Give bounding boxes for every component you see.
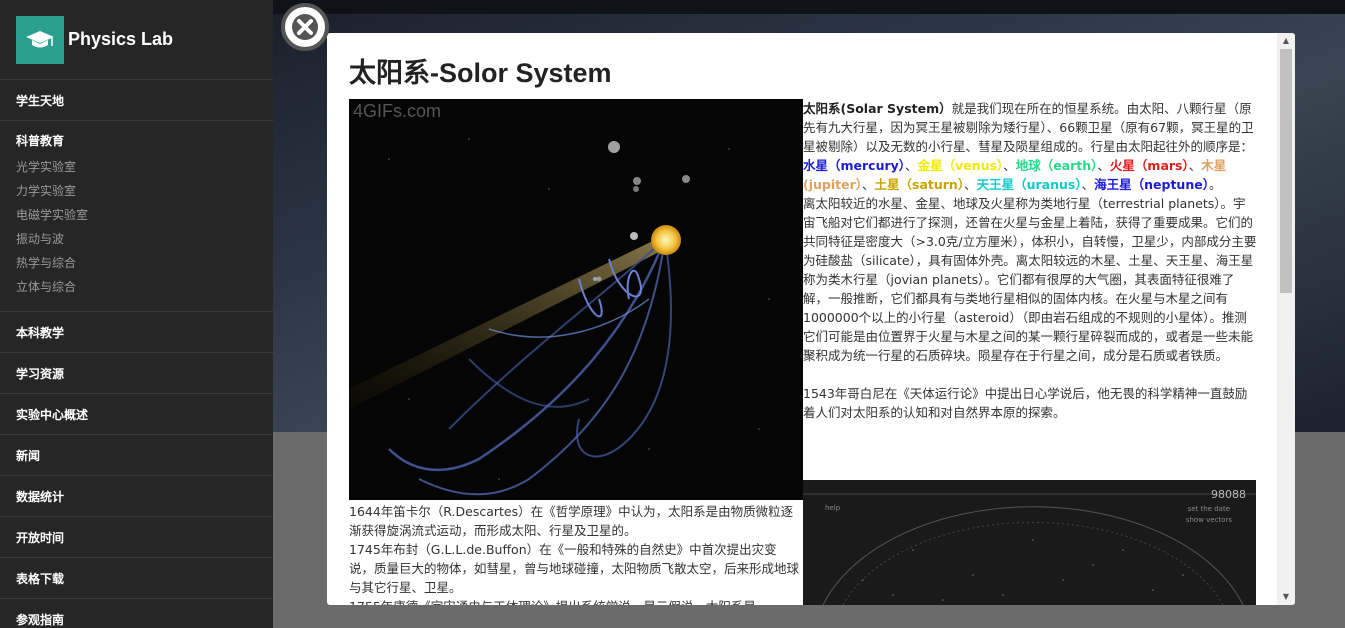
planet-mars: 火星（mars）: [1109, 158, 1189, 173]
sidebar-item-label: 学习资源: [16, 366, 65, 381]
sidebar-subitem-em[interactable]: 电磁学实验室: [16, 203, 257, 227]
intro-bold: 太阳系(Solar System）: [803, 101, 952, 116]
sidebar-item-overview[interactable]: 实验中心概述: [0, 394, 273, 435]
paragraph-planets: 离太阳较近的水星、金星、地球及火星称为类地行星（terrestrial plan…: [803, 196, 1257, 363]
scroll-thumb[interactable]: [1280, 49, 1292, 293]
sidebar-item-label: 数据统计: [16, 489, 65, 504]
sidebar-subitem-optics[interactable]: 光学实验室: [16, 155, 257, 179]
planet-venus: 金星（venus）: [917, 158, 1004, 173]
modal-content: 太阳系-Solor System 4GIFs.com 太阳系(Solar Sys…: [327, 33, 1277, 605]
planet-neptune: 海王星（neptune）: [1094, 177, 1209, 192]
modal-scrollbar[interactable]: ▲ ▼: [1277, 33, 1295, 605]
sidebar-item-student[interactable]: 学生天地: [0, 80, 273, 121]
paragraph-buffon: 1745年布封（G.L.L.de.Buffon）在《一般和特殊的自然史》中首次提…: [349, 542, 800, 595]
separator: 、: [862, 177, 875, 192]
sidebar-item-label: 实验中心概述: [16, 407, 89, 422]
chart-label-vectors: show vectors: [1185, 516, 1232, 524]
paragraph-kant: 1755年康德《宇宙通史与天体理论》提出系统学说，是云假说，太阳系是: [349, 597, 801, 605]
chart-counter: 98088: [1211, 488, 1246, 501]
article-text-left: 1644年笛卡尔（R.Descartes）在《哲学原理》中认为，太阳系是由物质微…: [349, 502, 801, 605]
planet-saturn: 土星（saturn）: [874, 177, 965, 192]
sidebar-item-visit[interactable]: 参观指南: [0, 599, 273, 628]
sidebar-item-label: 表格下载: [16, 571, 65, 586]
separator: 、: [1097, 158, 1110, 173]
image-watermark: 4GIFs.com: [353, 101, 442, 121]
separator: 、: [905, 158, 918, 173]
sidebar: Physics Lab 学生天地 科普教育 光学实验室 力学实验室 电磁学实验室…: [0, 0, 273, 628]
separator: 、: [964, 177, 977, 192]
separator: 。: [1208, 177, 1222, 192]
separator: 、: [1188, 158, 1202, 173]
sidebar-item-resources[interactable]: 学习资源: [0, 353, 273, 394]
article-text-right: 太阳系(Solar System）就是我们现在所在的恒星系统。由太阳、八颗行星（…: [803, 99, 1257, 422]
planet-earth: 地球（earth）: [1015, 158, 1098, 173]
sidebar-group-title[interactable]: 科普教育: [16, 131, 257, 151]
scroll-up-arrow-icon[interactable]: ▲: [1277, 33, 1295, 49]
sidebar-item-hours[interactable]: 开放时间: [0, 517, 273, 558]
sidebar-subitem-waves[interactable]: 振动与波: [16, 227, 257, 251]
sidebar-item-label: 参观指南: [16, 612, 65, 627]
sidebar-item-label: 本科教学: [16, 325, 65, 340]
separator: 、: [1003, 158, 1016, 173]
chart-label-help: help: [825, 504, 841, 512]
graduation-cap-icon: [16, 15, 64, 64]
sidebar-subitem-mechanics[interactable]: 力学实验室: [16, 179, 257, 203]
sidebar-item-stats[interactable]: 数据统计: [0, 476, 273, 517]
modal-title: 太阳系-Solor System: [349, 58, 612, 88]
scroll-down-arrow-icon[interactable]: ▼: [1277, 589, 1295, 605]
star-chart-image: 98088 set the date show vectors help: [803, 480, 1256, 605]
paragraph-copernicus: 1543年哥白尼在《天体运行论》中提出日心学说后，他无畏的科学精神一直鼓励着人们…: [803, 386, 1248, 420]
sidebar-subitem-3d[interactable]: 立体与综合: [16, 275, 257, 299]
brand[interactable]: Physics Lab: [0, 0, 273, 80]
paragraph-descartes: 1644年笛卡尔（R.Descartes）在《哲学原理》中认为，太阳系是由物质微…: [349, 504, 794, 538]
sidebar-item-forms[interactable]: 表格下载: [0, 558, 273, 599]
planet-uranus: 天王星（uranus）: [976, 177, 1082, 192]
sidebar-item-label: 新闻: [16, 448, 41, 463]
modal-dialog: 太阳系-Solor System 4GIFs.com 太阳系(Solar Sys…: [327, 33, 1295, 605]
planet-mercury: 水星（mercury）: [803, 158, 906, 173]
sidebar-item-label: 开放时间: [16, 530, 65, 545]
sidebar-item-undergrad[interactable]: 本科教学: [0, 312, 273, 353]
brand-name: Physics Lab: [68, 29, 174, 49]
close-icon: [292, 14, 318, 40]
close-button[interactable]: [281, 3, 329, 51]
chart-label-date: set the date: [1187, 505, 1230, 513]
sidebar-item-label: 学生天地: [16, 93, 65, 108]
solar-system-animation: 4GIFs.com: [349, 99, 803, 500]
sidebar-group-popsci: 科普教育 光学实验室 力学实验室 电磁学实验室 振动与波 热学与综合 立体与综合: [0, 121, 273, 312]
sidebar-subitem-thermo[interactable]: 热学与综合: [16, 251, 257, 275]
separator: 、: [1081, 177, 1095, 192]
sidebar-item-news[interactable]: 新闻: [0, 435, 273, 476]
